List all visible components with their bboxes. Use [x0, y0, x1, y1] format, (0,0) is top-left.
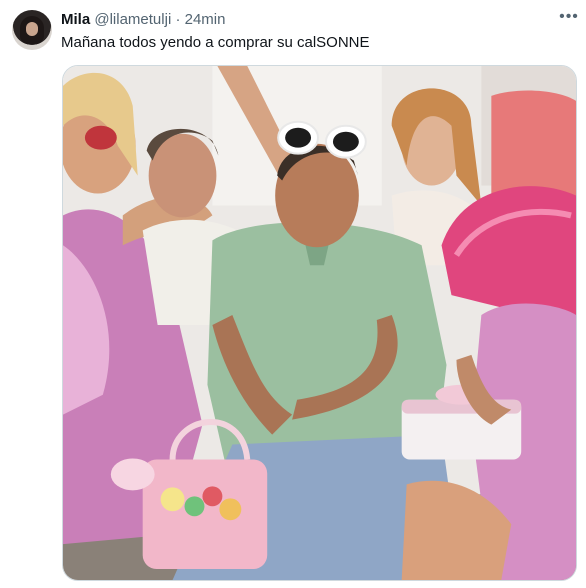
header-separator: · — [175, 11, 181, 28]
far-right-person-top — [491, 90, 576, 196]
author-handle[interactable]: @lilametulji — [94, 11, 171, 28]
left-woman-mouth — [84, 125, 117, 150]
more-options-icon[interactable]: ••• — [558, 8, 580, 30]
tweet-text: Mañana todos yendo a comprar su calSONNE — [61, 34, 370, 51]
tweet-header: Mila @lilametulji · 24min — [61, 11, 225, 29]
tweet-timestamp[interactable]: 24min — [185, 11, 226, 28]
photo-illustration — [63, 66, 576, 580]
tweet-media-photo[interactable] — [62, 65, 577, 581]
author-avatar[interactable] — [12, 10, 52, 50]
avatar-face — [26, 22, 38, 36]
author-name[interactable]: Mila — [61, 11, 90, 28]
